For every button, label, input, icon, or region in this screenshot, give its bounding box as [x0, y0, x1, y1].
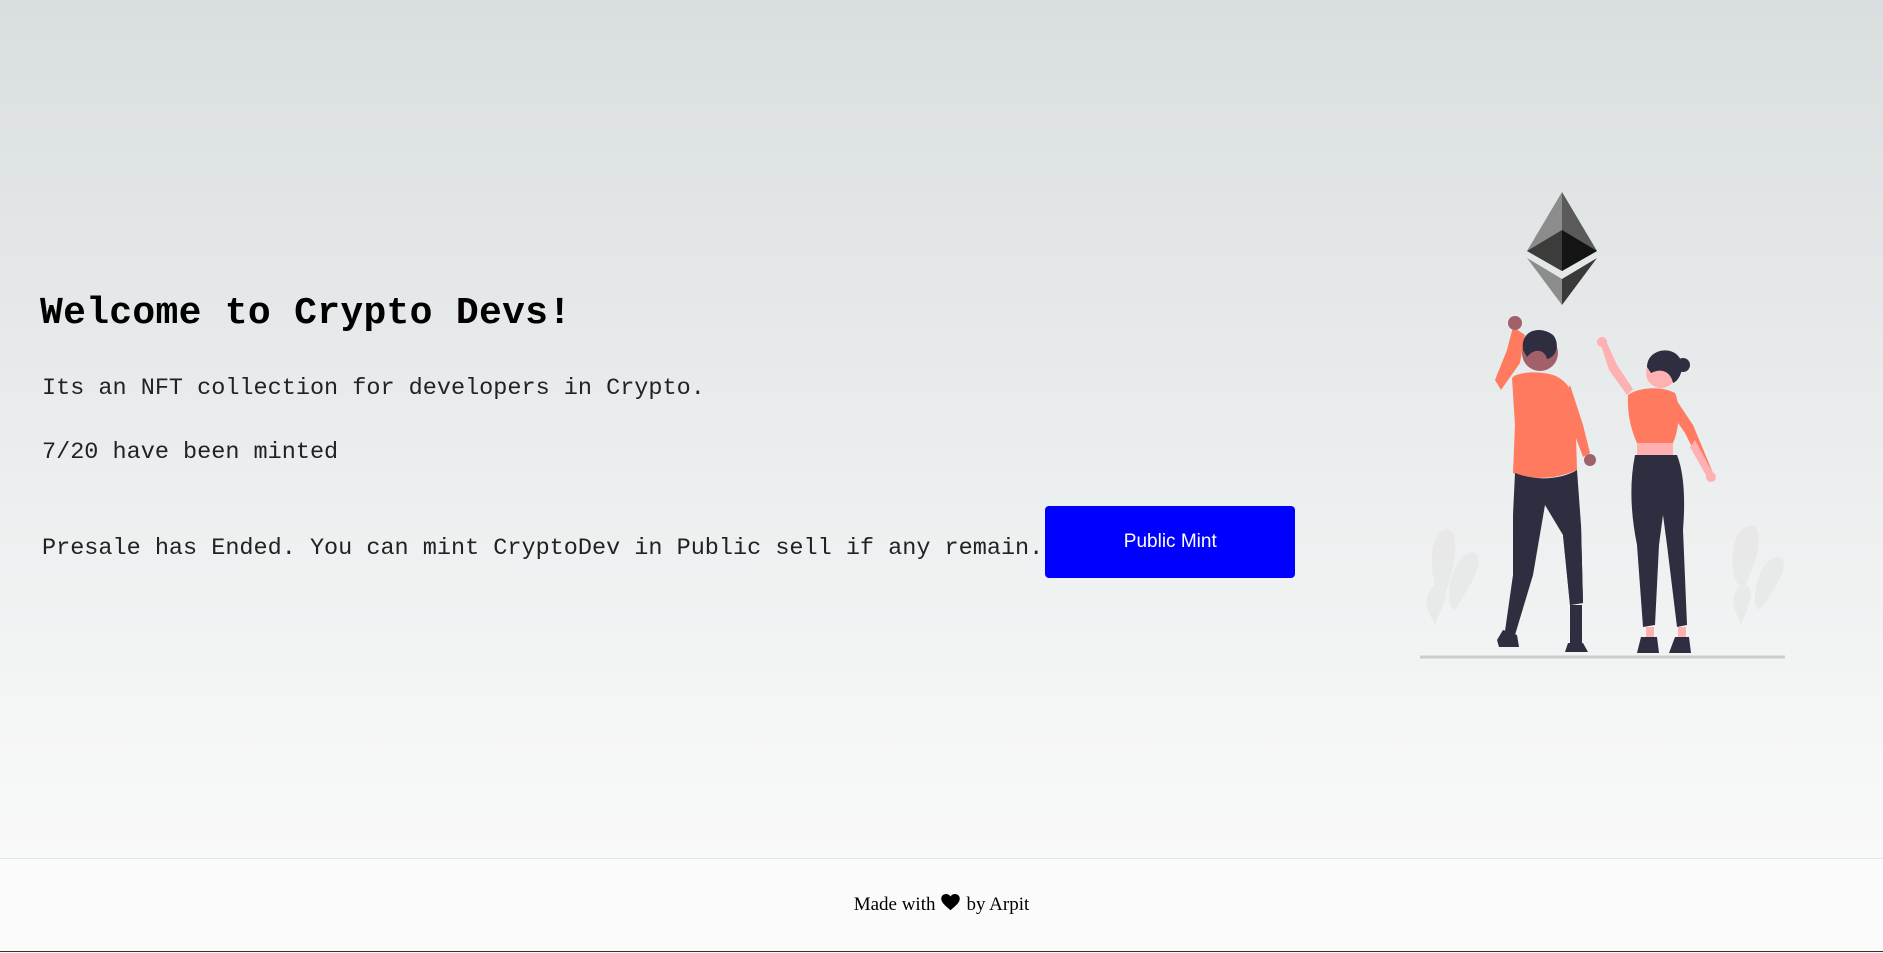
- footer-made-with: Made with: [853, 894, 936, 915]
- man-figure: [1495, 316, 1596, 652]
- public-mint-button[interactable]: Public Mint: [1045, 506, 1296, 578]
- presale-row: Presale has Ended. You can mint CryptoDe…: [42, 506, 1296, 578]
- presale-message: Presale has Ended. You can mint CryptoDe…: [42, 535, 1044, 562]
- people-celebrating-illustration: [1420, 192, 1785, 659]
- footer: Made with by Arpit: [0, 858, 1883, 952]
- heart-icon: [941, 893, 961, 917]
- main-section: Welcome to Crypto Devs! Its an NFT colle…: [0, 0, 1883, 858]
- minted-status: 7/20 have been minted: [42, 439, 339, 466]
- footer-author: by Arpit: [966, 894, 1030, 915]
- collection-description: Its an NFT collection for developers in …: [42, 375, 705, 402]
- ethereum-icon: [1527, 192, 1597, 305]
- background-plants: [1426, 525, 1784, 625]
- page-title: Welcome to Crypto Devs!: [40, 292, 572, 335]
- woman-figure: [1597, 337, 1716, 653]
